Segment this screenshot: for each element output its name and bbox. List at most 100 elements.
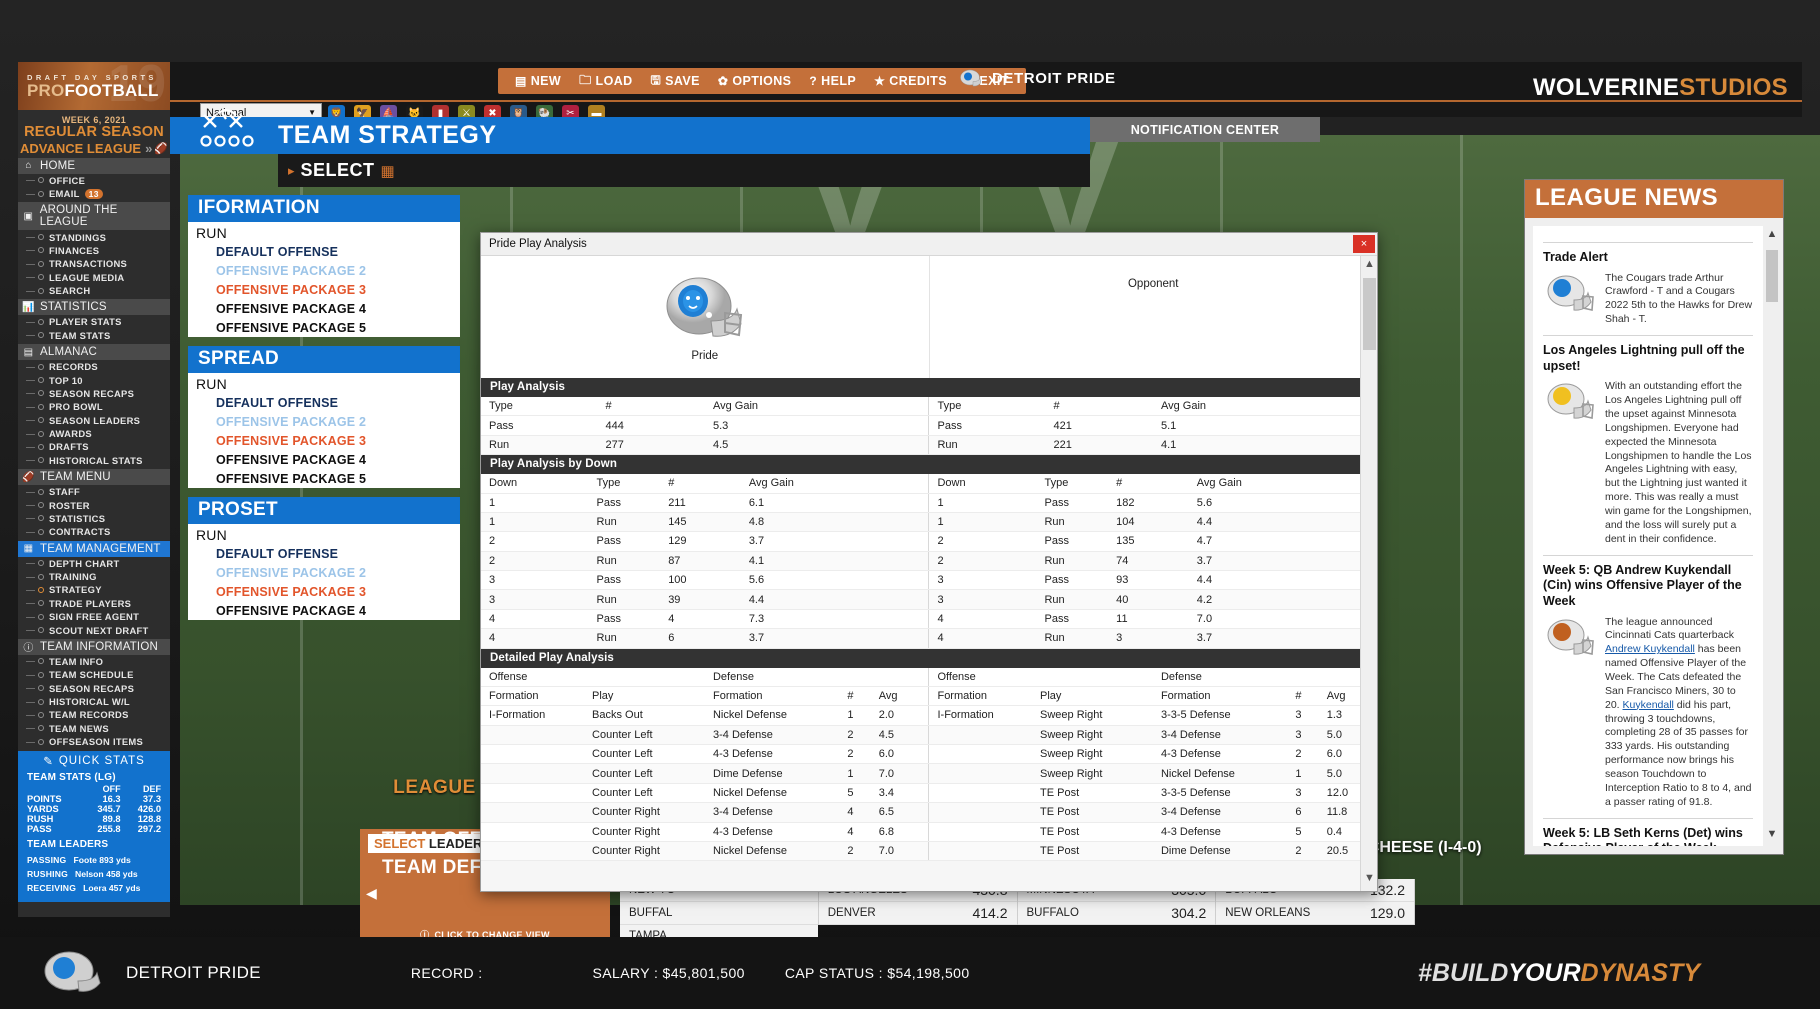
sidebar-item-trade-players[interactable]: TRADE PLAYERS [18, 597, 170, 610]
sidebar-item-season-recaps[interactable]: SEASON RECAPS [18, 682, 170, 695]
offensive-package-item[interactable]: DEFAULT OFFENSE [188, 242, 460, 261]
table-row: Counter Right3-4 Defense46.5TE Post3-4 D… [481, 803, 1377, 822]
news-article-body: With an outstanding effort the Los Angel… [1605, 380, 1753, 546]
menu-item-help[interactable]: ? HELP [800, 71, 865, 91]
sidebar-item-contracts[interactable]: CONTRACTS [18, 525, 170, 538]
sidebar-group-around-the-league[interactable]: ▣AROUND THE LEAGUE [18, 202, 170, 230]
offensive-package-item[interactable]: OFFENSIVE PACKAGE 3 [188, 431, 460, 450]
pd-cell: 4 [481, 609, 589, 628]
modal-scroll-thumb[interactable] [1363, 278, 1376, 350]
offensive-package-item[interactable]: OFFENSIVE PACKAGE 3 [188, 582, 460, 601]
menu-item-new[interactable]: ▤ NEW [506, 71, 570, 91]
league-news-header: LEAGUE NEWS [1525, 180, 1783, 218]
select-label[interactable]: SELECT [301, 160, 375, 181]
close-icon[interactable]: × [1353, 235, 1375, 253]
sidebar-item-team-schedule[interactable]: TEAM SCHEDULE [18, 668, 170, 681]
sidebar-item-historical-stats[interactable]: HISTORICAL STATS [18, 454, 170, 467]
formation-name[interactable]: SPREAD [188, 346, 460, 373]
sidebar-item-drafts[interactable]: DRAFTS [18, 440, 170, 453]
offensive-package-item[interactable]: OFFENSIVE PACKAGE 5 [188, 318, 460, 337]
sidebar-item-team-info[interactable]: TEAM INFO [18, 655, 170, 668]
playbook-icon[interactable]: ▦ [381, 162, 395, 180]
sidebar-item-pro-bowl[interactable]: PRO BOWL [18, 400, 170, 413]
sidebar-item-team-records[interactable]: TEAM RECORDS [18, 708, 170, 721]
sidebar-group-almanac[interactable]: ▤ALMANAC [18, 344, 170, 360]
menu-item-options[interactable]: ✿ OPTIONS [709, 71, 801, 91]
quick-stats-def: 37.3 [123, 794, 163, 804]
sidebar-group-team-information[interactable]: ⓘTEAM INFORMATION [18, 639, 170, 655]
sidebar-item-team-stats[interactable]: TEAM STATS [18, 329, 170, 342]
notification-center-tab[interactable]: NOTIFICATION CENTER [1090, 117, 1320, 142]
bullet-icon [38, 725, 44, 731]
pd-cell-opp: 40 [1108, 590, 1189, 609]
sidebar-item-training[interactable]: TRAINING [18, 570, 170, 583]
news-scroll-down-icon[interactable]: ▼ [1765, 828, 1779, 844]
offensive-package-item[interactable]: OFFENSIVE PACKAGE 3 [188, 280, 460, 299]
sidebar-group-team-menu[interactable]: 🏈TEAM MENU [18, 469, 170, 485]
sidebar-item-scout-next-draft[interactable]: SCOUT NEXT DRAFT [18, 623, 170, 636]
menu-item-load[interactable]: 🗀 LOAD [570, 68, 641, 95]
sidebar-item-depth-chart[interactable]: DEPTH CHART [18, 557, 170, 570]
sidebar-item-standings[interactable]: STANDINGS [18, 230, 170, 243]
sidebar-item-records[interactable]: RECORDS [18, 360, 170, 373]
offensive-package-item[interactable]: OFFENSIVE PACKAGE 2 [188, 261, 460, 280]
news-scroll-thumb[interactable] [1766, 250, 1778, 302]
dp-cell: Dime Defense [705, 764, 839, 783]
offensive-package-item[interactable]: OFFENSIVE PACKAGE 5 [188, 469, 460, 488]
offensive-package-item[interactable]: DEFAULT OFFENSE [188, 544, 460, 563]
sidebar-item-strategy[interactable]: STRATEGY [18, 583, 170, 596]
sidebar-item-transactions[interactable]: TRANSACTIONS [18, 257, 170, 270]
pa-cell-opp: Pass [929, 416, 1045, 435]
pd-cell: Run [589, 629, 661, 648]
sidebar-item-statistics[interactable]: STATISTICS [18, 512, 170, 525]
bullet-icon [38, 627, 44, 633]
dp-cell: 4.5 [871, 725, 929, 744]
sidebar-item-finances[interactable]: FINANCES [18, 244, 170, 257]
sidebar-item-staff[interactable]: STAFF [18, 485, 170, 498]
menu-item-credits[interactable]: ★ CREDITS [865, 71, 956, 91]
sidebar-item-email[interactable]: EMAIL13 [18, 187, 170, 200]
sidebar-group-statistics[interactable]: 📊STATISTICS [18, 299, 170, 315]
offensive-package-item[interactable]: DEFAULT OFFENSE [188, 393, 460, 412]
sidebar-item-player-stats[interactable]: PLAYER STATS [18, 315, 170, 328]
dp-cell-opp: TE Post [1032, 783, 1153, 802]
sidebar-item-season-recaps[interactable]: SEASON RECAPS [18, 387, 170, 400]
news-scroll-up-icon[interactable]: ▲ [1765, 228, 1779, 244]
sidebar-item-team-news[interactable]: TEAM NEWS [18, 722, 170, 735]
sidebar-item-league-media[interactable]: LEAGUE MEDIA [18, 271, 170, 284]
select-leaders-pill[interactable]: SELECT LEADERS [368, 834, 497, 853]
offensive-package-item[interactable]: OFFENSIVE PACKAGE 4 [188, 450, 460, 469]
offensive-package-item[interactable]: OFFENSIVE PACKAGE 4 [188, 299, 460, 318]
advance-league-button[interactable]: ADVANCE LEAGUE » 🏈 [18, 141, 170, 156]
active-team-tag[interactable]: DETROIT PRIDE [958, 69, 1116, 88]
pd-cell-opp: Run [1036, 590, 1108, 609]
sidebar-item-awards[interactable]: AWARDS [18, 427, 170, 440]
dp-cell [481, 725, 584, 744]
offensive-package-item[interactable]: OFFENSIVE PACKAGE 2 [188, 412, 460, 431]
sidebar-item-search[interactable]: SEARCH [18, 284, 170, 297]
sidebar-item-historical-w-l[interactable]: HISTORICAL W/L [18, 695, 170, 708]
offensive-package-item[interactable]: OFFENSIVE PACKAGE 2 [188, 563, 460, 582]
sidebar-group-team-management[interactable]: ▦TEAM MANAGEMENT [18, 541, 170, 557]
modal-scroll-up-icon[interactable]: ▲ [1361, 258, 1378, 275]
sidebar-item-offseason-items[interactable]: OFFSEASON ITEMS [18, 735, 170, 748]
news-player-link[interactable]: Andrew Kuykendall [1605, 643, 1695, 655]
sidebar-item-office[interactable]: OFFICE [18, 174, 170, 187]
sidebar-group-home[interactable]: ⌂HOME [18, 158, 170, 174]
sidebar-item-roster[interactable]: ROSTER [18, 498, 170, 511]
formation-name[interactable]: PROSET [188, 497, 460, 524]
sidebar-item-season-leaders[interactable]: SEASON LEADERS [18, 414, 170, 427]
menu-item-save[interactable]: 🖫 SAVE [642, 68, 709, 95]
modal-scrollbar[interactable]: ▲ ▼ [1360, 256, 1377, 891]
sidebar-item-top-10[interactable]: TOP 10 [18, 373, 170, 386]
own-team-label: Pride [691, 350, 718, 362]
formation-type: RUN [188, 222, 460, 242]
modal-scroll-down-icon[interactable]: ▼ [1361, 872, 1378, 889]
sidebar-item-sign-free-agent[interactable]: SIGN FREE AGENT [18, 610, 170, 623]
offensive-package-item[interactable]: OFFENSIVE PACKAGE 4 [188, 601, 460, 620]
carousel-prev-icon[interactable]: ◀ [366, 885, 377, 902]
pd-cell-opp: 182 [1108, 493, 1189, 512]
news-player-link[interactable]: Kuykendall [1623, 699, 1674, 711]
news-scrollbar[interactable]: ▲ ▼ [1765, 226, 1779, 846]
formation-name[interactable]: IFORMATION [188, 195, 460, 222]
